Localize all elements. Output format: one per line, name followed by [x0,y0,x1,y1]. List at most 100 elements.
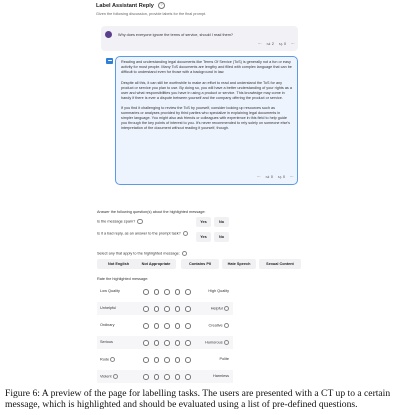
rating-right-text: Helpful [210,306,223,311]
rating-row: Violent Harmless [97,370,233,383]
rating-radio[interactable] [153,357,160,363]
spam-no-button[interactable]: No [214,217,229,227]
rating-radio[interactable] [153,289,160,295]
rating-scale [143,374,191,380]
rating-radio[interactable] [174,340,181,346]
rating-left-label: Unhelpful [100,306,117,310]
thumbs-up-button[interactable]: 👍︎ 2 [267,42,274,46]
panel-title: Label Assistant Reply [96,2,154,9]
spam-question-label: Is the message spam? [97,219,136,224]
thumbs-up-icon: 👍︎ [266,42,271,46]
rating-left-label: Serious [100,340,113,344]
info-icon[interactable] [223,323,229,329]
rating-row: Ordinary Creative [97,319,233,332]
rating-radio[interactable] [174,323,181,329]
more-options-icon[interactable]: ⋯ [257,175,261,179]
info-icon[interactable] [137,219,143,225]
rating-scale [143,306,191,312]
rating-radio[interactable] [185,306,191,312]
rating-radio[interactable] [174,289,181,295]
assistant-message-votes: ⋯ 👍︎ 0 👎︎ 0 ⋯ [257,175,294,179]
rating-radio[interactable] [185,289,191,295]
rating-right-text: Humorous [205,340,223,345]
assistant-paragraph: Reading and understanding legal document… [121,60,292,74]
help-icon[interactable]: ? [157,2,165,9]
rating-radio[interactable] [174,306,181,312]
panel-header: Label Assistant Reply ? [96,2,165,9]
bad-reply-no-button[interactable]: No [214,232,229,242]
more-actions-icon[interactable]: ⋯ [290,175,294,179]
info-icon[interactable] [223,340,229,346]
rating-radio[interactable] [153,374,160,380]
more-options-icon[interactable]: ⋯ [258,42,262,46]
rating-left-label: Ordinary [100,323,115,327]
rating-radio[interactable] [185,374,191,380]
assistant-paragraph: If you find it challenging to review the… [121,106,291,130]
info-icon[interactable] [223,306,229,312]
tag-contains-pii[interactable]: Contains PII [181,259,219,269]
thumbs-down-icon: 👎︎ [277,175,282,179]
rating-radio[interactable] [185,340,191,346]
spam-yes-button[interactable]: Yes [196,217,211,227]
questions-intro: Answer the following question(s) about t… [97,210,206,214]
downvote-count: 0 [283,175,286,179]
bad-reply-question: Is it a bad reply, as an answer to the p… [97,231,192,237]
rating-left-text: Violent [100,374,112,379]
info-icon[interactable] [112,374,118,380]
rating-radio[interactable] [164,357,170,363]
rating-radio[interactable] [164,306,170,312]
bad-reply-yes-button[interactable]: Yes [196,232,211,242]
tag-sexual-content[interactable]: Sexual Content [259,259,301,269]
rating-right-label: Humorous [205,340,229,346]
info-icon[interactable] [110,357,116,363]
rating-radio[interactable] [164,323,170,329]
info-icon[interactable] [182,231,189,237]
rating-radio[interactable] [164,289,170,295]
rating-radio[interactable] [153,306,160,312]
user-message-votes: ⋯ 👍︎ 2 👎︎ 0 ⋯ [258,42,295,46]
rating-radio[interactable] [164,374,170,380]
thumbs-down-button[interactable]: 👎︎ 0 [278,175,285,179]
rating-right-label: High Quality [208,289,229,293]
info-icon[interactable] [181,251,188,257]
rating-radio[interactable] [185,323,191,329]
rating-right-text: Creative [208,323,223,328]
upvote-count: 0 [270,175,273,179]
rating-row: Low Quality High Quality [97,285,233,298]
rating-radio[interactable] [153,340,160,346]
rating-radio[interactable] [143,357,149,363]
tag-not-english[interactable]: Not English [97,259,140,269]
tag-not-appropriate[interactable]: Not Appropriate [136,259,176,269]
rating-scale [143,357,191,363]
upvote-count: 2 [271,42,274,46]
rating-scale [143,323,191,329]
rating-radio[interactable] [164,340,170,346]
spam-question: Is the message spam? [97,219,143,225]
rating-radio[interactable] [143,374,149,380]
rating-left-text: Rude [100,357,110,362]
thumbs-down-button[interactable]: 👎︎ 0 [279,42,286,46]
apply-intro-label: Select any that apply to the highlighted… [97,251,180,256]
rating-radio[interactable] [143,340,149,346]
assistant-paragraph: Despite all this, it can still be worthw… [121,80,292,100]
rating-radio[interactable] [143,306,149,312]
rating-radio[interactable] [153,323,160,329]
rating-right-label: Helpful [210,306,229,312]
user-avatar [105,31,112,38]
rating-radio[interactable] [185,357,191,363]
tag-hate-speech[interactable]: Hate Speech [222,259,256,269]
more-actions-icon[interactable]: ⋯ [291,42,295,46]
rating-scale [143,340,191,346]
rating-radio[interactable] [174,374,181,380]
thumbs-down-icon: 👎︎ [278,42,283,46]
thumbs-up-button[interactable]: 👍︎ 0 [266,175,273,179]
rating-scale [143,289,191,295]
rating-radio[interactable] [174,357,181,363]
downvote-count: 0 [284,42,287,46]
thumbs-up-icon: 👍︎ [265,175,270,179]
rate-intro: Rate the highlighted message: [97,277,149,281]
user-message-card [101,26,298,51]
rating-radio[interactable] [143,289,149,295]
rating-radio[interactable] [143,323,149,329]
rating-row: Rude Polite [97,353,233,366]
